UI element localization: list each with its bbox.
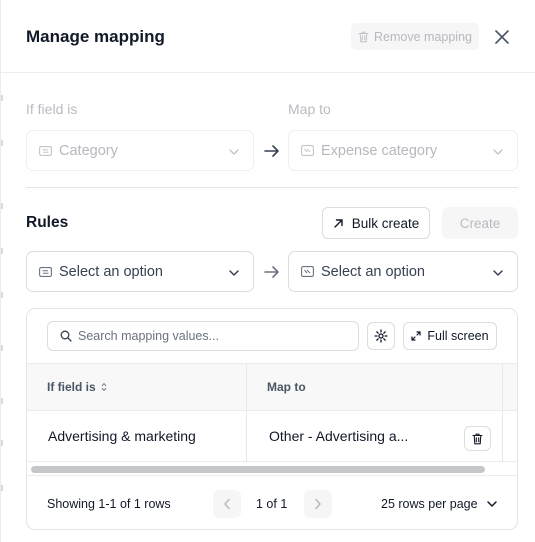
settings-button[interactable] [367, 322, 395, 350]
mapping-table-card: Search mapping values... Full screen If … [26, 308, 518, 530]
cell-map-to: Other - Advertising a... [269, 428, 409, 444]
table-header: If field is Map to [27, 363, 517, 411]
next-page-button[interactable] [304, 490, 332, 518]
search-icon [60, 330, 72, 342]
create-button[interactable]: Create [442, 207, 518, 239]
edge-mark [1, 292, 3, 298]
expand-icon [411, 331, 422, 341]
divider [26, 187, 518, 188]
edge-mark [1, 485, 3, 491]
full-screen-label: Full screen [427, 329, 489, 343]
column-separator [246, 411, 247, 461]
column-separator [502, 364, 503, 410]
table-row[interactable]: Advertising & marketing Other - Advertis… [27, 411, 517, 462]
arrow-right-icon [263, 264, 281, 280]
chevron-down-icon [491, 266, 505, 280]
bulk-create-label: Bulk create [351, 215, 420, 231]
edge-mark [1, 95, 3, 101]
map-to-value: Expense category [321, 142, 438, 159]
horizontal-scrollbar[interactable] [31, 466, 485, 473]
remove-mapping-label: Remove mapping [374, 29, 472, 44]
chevron-down-icon [227, 145, 241, 159]
chevron-right-icon [314, 498, 322, 510]
edge-mark [1, 440, 3, 446]
column-header-map-to[interactable]: Map to [267, 364, 306, 410]
rule-if-field-placeholder: Select an option [59, 263, 163, 280]
rows-count: Showing 1-1 of 1 rows [47, 496, 171, 511]
edge-mark [1, 398, 3, 404]
chevron-left-icon [223, 498, 231, 510]
rows-per-page-select[interactable]: 25 rows per page [381, 476, 498, 529]
arrow-up-right-icon [333, 218, 344, 229]
column-header-if-field[interactable]: If field is [47, 364, 107, 410]
column-separator [502, 411, 503, 461]
chevron-down-icon [486, 498, 498, 510]
table-footer: Showing 1-1 of 1 rows 1 of 1 25 rows per… [27, 475, 517, 529]
column-header-label: Map to [267, 380, 306, 394]
edge-mark [1, 140, 3, 146]
trash-icon [358, 31, 369, 43]
panel-header: Manage mapping Remove mapping [1, 0, 535, 73]
bulk-create-button[interactable]: Bulk create [322, 207, 430, 239]
rule-map-to-select[interactable]: Select an option [288, 251, 518, 292]
column-header-label: If field is [47, 380, 96, 394]
manage-mapping-panel: Manage mapping Remove mapping If field i… [0, 0, 535, 542]
link-icon [301, 145, 314, 156]
full-screen-button[interactable]: Full screen [403, 322, 497, 350]
chevron-down-icon [491, 145, 505, 159]
panel-title: Manage mapping [26, 27, 165, 46]
edge-mark [1, 345, 3, 351]
trash-icon [472, 433, 483, 445]
arrow-right-icon [263, 143, 281, 159]
previous-page-button[interactable] [213, 490, 241, 518]
rules-title: Rules [26, 214, 69, 231]
if-field-select[interactable]: Category [26, 130, 254, 171]
map-to-label: Map to [288, 101, 331, 117]
create-label: Create [459, 215, 501, 231]
if-field-value: Category [59, 142, 118, 159]
rule-if-field-select[interactable]: Select an option [26, 251, 254, 292]
rule-map-to-placeholder: Select an option [321, 263, 425, 280]
edge-mark [1, 248, 3, 254]
remove-mapping-button[interactable]: Remove mapping [351, 23, 479, 50]
link-icon [301, 266, 314, 277]
map-to-select[interactable]: Expense category [288, 130, 518, 171]
if-field-label: If field is [26, 101, 78, 117]
search-input[interactable]: Search mapping values... [47, 321, 359, 351]
field-type-icon [39, 145, 52, 156]
column-separator [246, 364, 247, 410]
search-placeholder: Search mapping values... [78, 329, 220, 343]
rows-per-page-label: 25 rows per page [381, 496, 478, 511]
gear-icon [374, 329, 388, 343]
chevron-down-icon [227, 266, 241, 280]
sort-icon [101, 382, 107, 392]
edge-mark [1, 203, 3, 209]
close-icon [494, 29, 510, 45]
close-button[interactable] [490, 25, 514, 49]
cell-if-field: Advertising & marketing [48, 428, 196, 444]
field-type-icon [39, 266, 52, 277]
delete-row-button[interactable] [464, 426, 491, 451]
page-indicator: 1 of 1 [256, 496, 288, 511]
